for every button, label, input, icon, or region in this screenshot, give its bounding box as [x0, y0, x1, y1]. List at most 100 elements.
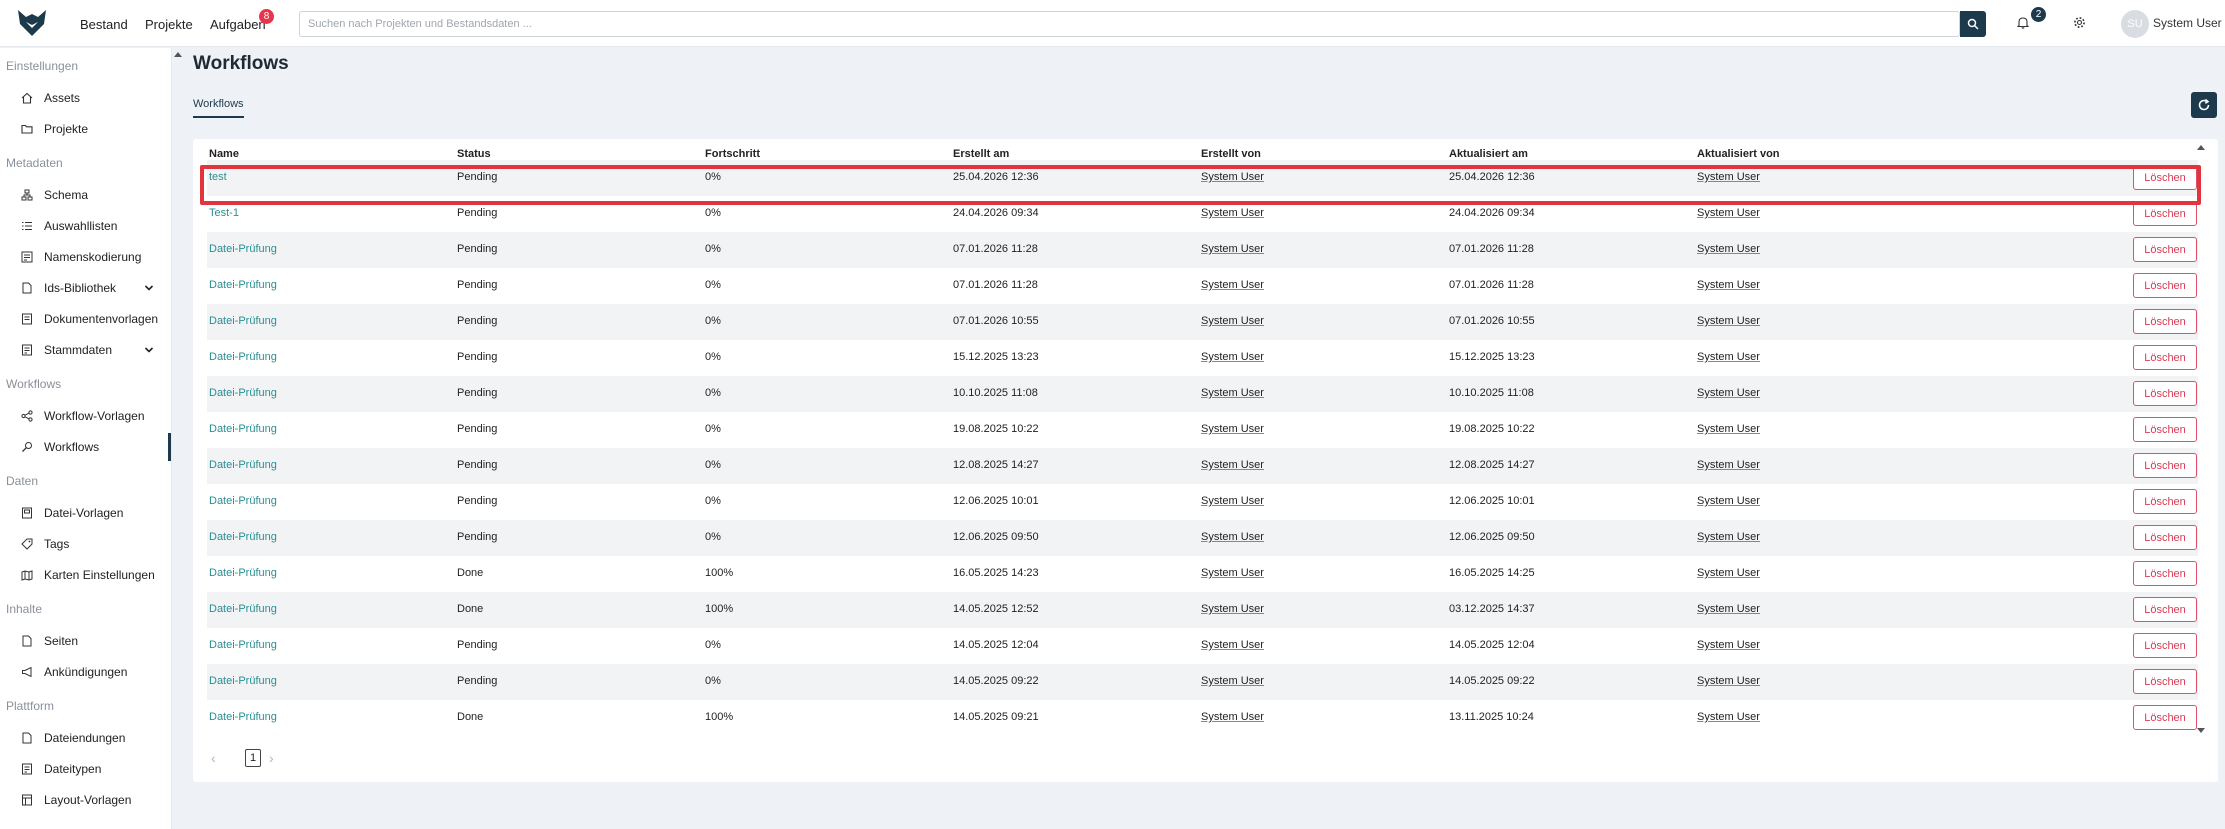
sidebar-item-karten-einstellungen[interactable]: Karten Einstellungen	[0, 561, 171, 589]
table-row[interactable]: Datei-Prüfung Pending 0% 14.05.2025 09:22 Sy…	[207, 664, 2198, 700]
table-row[interactable]: Datei-Prüfung Pending 0% 07.01.2026 11:28 Sy…	[207, 268, 2198, 304]
table-row[interactable]: Datei-Prüfung Pending 0% 10.10.2025 11:08 Sy…	[207, 376, 2198, 412]
delete-button[interactable]: Löschen	[2133, 633, 2197, 658]
workflow-name-link[interactable]: Datei-Prüfung	[209, 387, 277, 399]
workflow-name-link[interactable]: Datei-Prüfung	[209, 423, 277, 435]
refresh-button[interactable]	[2191, 92, 2217, 118]
delete-button[interactable]: Löschen	[2133, 381, 2197, 406]
user-link[interactable]: System User	[1697, 459, 1760, 471]
table-row[interactable]: Datei-Prüfung Pending 0% 07.01.2026 11:28 Sy…	[207, 232, 2198, 268]
user-link[interactable]: System User	[1201, 243, 1264, 255]
nav-projekte[interactable]: Projekte	[145, 17, 193, 32]
table-row[interactable]: Datei-Prüfung Pending 0% 15.12.2025 13:23 Sy…	[207, 340, 2198, 376]
delete-button[interactable]: Löschen	[2133, 273, 2197, 298]
column-header[interactable]: Fortschritt	[705, 148, 760, 160]
delete-button[interactable]: Löschen	[2133, 561, 2197, 586]
workflow-name-link[interactable]: Datei-Prüfung	[209, 243, 277, 255]
user-link[interactable]: System User	[1697, 243, 1760, 255]
user-link[interactable]: System User	[1697, 387, 1760, 399]
user-link[interactable]: System User	[1697, 711, 1760, 723]
user-link[interactable]: System User	[1201, 351, 1264, 363]
user-link[interactable]: System User	[1697, 495, 1760, 507]
sidebar-item-workflows[interactable]: Workflows	[0, 433, 171, 461]
workflow-name-link[interactable]: Datei-Prüfung	[209, 675, 277, 687]
table-row[interactable]: Datei-Prüfung Pending 0% 07.01.2026 10:55 Sy…	[207, 304, 2198, 340]
sidebar-item-ids-bibliothek[interactable]: Ids-Bibliothek	[0, 274, 171, 302]
delete-button[interactable]: Löschen	[2133, 201, 2197, 226]
sidebar-item-dokumentenvorlagen[interactable]: Dokumentenvorlagen	[0, 305, 171, 333]
chevron-down-icon[interactable]	[144, 283, 154, 293]
user-link[interactable]: System User	[1201, 387, 1264, 399]
workflow-name-link[interactable]: test	[209, 171, 227, 183]
column-header[interactable]: Aktualisiert von	[1697, 148, 1780, 160]
search-button[interactable]	[1960, 11, 1986, 37]
table-row[interactable]: Test-1 Pending 0% 24.04.2026 09:34 System Us…	[207, 196, 2198, 232]
table-row[interactable]: Datei-Prüfung Pending 0% 14.05.2025 12:04 Sy…	[207, 628, 2198, 664]
nav-aufgaben[interactable]: Aufgaben	[210, 17, 266, 32]
fox-logo-icon[interactable]	[16, 6, 48, 38]
user-link[interactable]: System User	[1697, 207, 1760, 219]
delete-button[interactable]: Löschen	[2133, 417, 2197, 442]
delete-button[interactable]: Löschen	[2133, 309, 2197, 334]
delete-button[interactable]: Löschen	[2133, 525, 2197, 550]
workflow-name-link[interactable]: Datei-Prüfung	[209, 351, 277, 363]
workflow-name-link[interactable]: Datei-Prüfung	[209, 639, 277, 651]
column-header[interactable]: Name	[209, 148, 239, 160]
delete-button[interactable]: Löschen	[2133, 597, 2197, 622]
user-link[interactable]: System User	[1201, 171, 1264, 183]
table-row[interactable]: test Pending 0% 25.04.2026 12:36 System User…	[207, 160, 2198, 196]
user-link[interactable]: System User	[1201, 711, 1264, 723]
user-name[interactable]: System User	[2153, 16, 2222, 30]
user-link[interactable]: System User	[1697, 603, 1760, 615]
sidebar-item-workflow-vorlagen[interactable]: Workflow-Vorlagen	[0, 402, 171, 430]
sidebar-item-seiten[interactable]: Seiten	[0, 627, 171, 655]
table-row[interactable]: Datei-Prüfung Pending 0% 12.06.2025 09:50 Sy…	[207, 520, 2198, 556]
notifications-button[interactable]	[2016, 15, 2030, 29]
user-link[interactable]: System User	[1201, 603, 1264, 615]
user-link[interactable]: System User	[1697, 675, 1760, 687]
delete-button[interactable]: Löschen	[2133, 489, 2197, 514]
table-row[interactable]: Datei-Prüfung Pending 0% 19.08.2025 10:22 Sy…	[207, 412, 2198, 448]
delete-button[interactable]: Löschen	[2133, 165, 2197, 190]
workflow-name-link[interactable]: Datei-Prüfung	[209, 495, 277, 507]
workflow-name-link[interactable]: Datei-Prüfung	[209, 603, 277, 615]
table-row[interactable]: Datei-Prüfung Pending 0% 12.06.2025 10:01 Sy…	[207, 484, 2198, 520]
avatar[interactable]: SU	[2121, 10, 2149, 38]
column-header[interactable]: Aktualisiert am	[1449, 148, 1528, 160]
delete-button[interactable]: Löschen	[2133, 345, 2197, 370]
sidebar-item-namenskodierung[interactable]: Namenskodierung	[0, 243, 171, 271]
sidebar-item-schema[interactable]: Schema	[0, 181, 171, 209]
user-link[interactable]: System User	[1697, 171, 1760, 183]
user-link[interactable]: System User	[1697, 423, 1760, 435]
user-link[interactable]: System User	[1201, 423, 1264, 435]
user-link[interactable]: System User	[1201, 639, 1264, 651]
nav-bestand[interactable]: Bestand	[80, 17, 128, 32]
sidebar-item-stammdaten[interactable]: Stammdaten	[0, 336, 171, 364]
delete-button[interactable]: Löschen	[2133, 453, 2197, 478]
user-link[interactable]: System User	[1697, 567, 1760, 579]
sidebar-item-ankuendigungen[interactable]: Ankündigungen	[0, 658, 171, 686]
workflow-name-link[interactable]: Datei-Prüfung	[209, 279, 277, 291]
sidebar-item-projekte[interactable]: Projekte	[0, 115, 171, 143]
user-link[interactable]: System User	[1201, 495, 1264, 507]
workflow-name-link[interactable]: Datei-Prüfung	[209, 315, 277, 327]
pagination-next[interactable]: ›	[269, 750, 274, 766]
column-header[interactable]: Erstellt von	[1201, 148, 1261, 160]
user-link[interactable]: System User	[1201, 279, 1264, 291]
delete-button[interactable]: Löschen	[2133, 237, 2197, 262]
settings-button[interactable]	[2072, 15, 2086, 29]
table-scroll-down-icon[interactable]	[2196, 725, 2206, 735]
user-link[interactable]: System User	[1697, 315, 1760, 327]
workflow-name-link[interactable]: Test-1	[209, 207, 239, 219]
sidebar-item-dateitypen[interactable]: Dateitypen	[0, 755, 171, 783]
pagination-prev[interactable]: ‹	[211, 750, 216, 766]
sidebar-item-layout-vorlagen[interactable]: Layout-Vorlagen	[0, 786, 171, 814]
user-link[interactable]: System User	[1201, 315, 1264, 327]
chevron-down-icon[interactable]	[144, 345, 154, 355]
sidebar-item-assets[interactable]: Assets	[0, 84, 171, 112]
workflow-name-link[interactable]: Datei-Prüfung	[209, 711, 277, 723]
sidebar-item-tags[interactable]: Tags	[0, 530, 171, 558]
sidebar-item-datei-vorlagen[interactable]: Datei-Vorlagen	[0, 499, 171, 527]
delete-button[interactable]: Löschen	[2133, 705, 2197, 730]
sidebar-scroll-up-icon[interactable]	[172, 49, 184, 61]
